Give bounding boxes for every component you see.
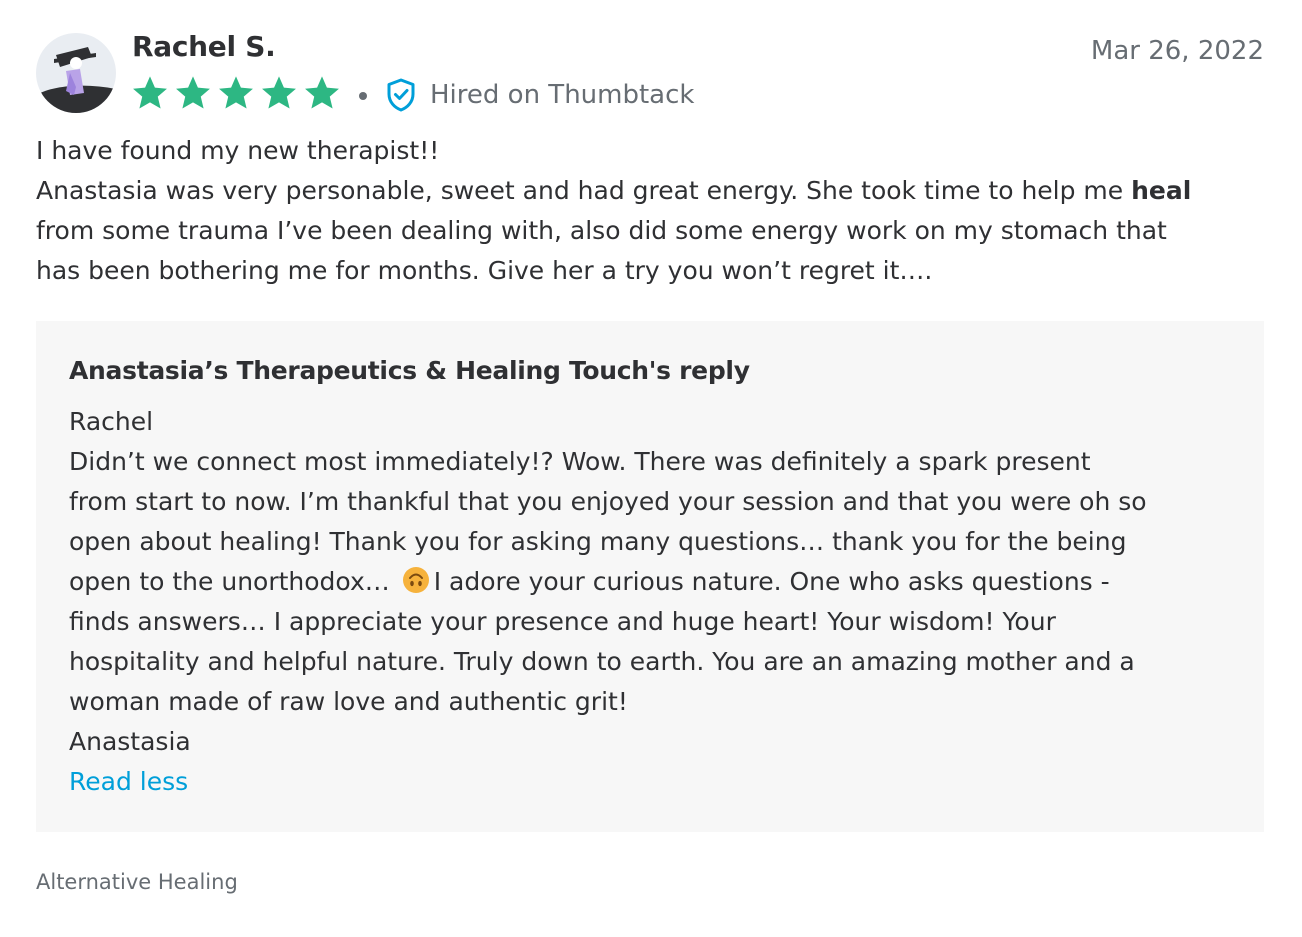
reply-line: open to the unorthodox… I adore your cur… [69, 562, 1249, 602]
star-icon [305, 76, 339, 109]
reply-line: open about healing! Thank you for asking… [69, 527, 1127, 556]
reviewer-name: Rachel S. [132, 30, 276, 63]
separator-dot [359, 92, 367, 100]
read-less-link[interactable]: Read less [69, 762, 188, 802]
upside-down-face-emoji-icon [402, 567, 429, 593]
star-icon [262, 76, 296, 109]
review-text: I have found my new therapist!! Anastasi… [36, 131, 1270, 291]
verified-shield-icon [387, 78, 415, 112]
reply-title: Anastasia’s Therapeutics & Healing Touch… [69, 356, 750, 385]
star-icon [219, 76, 253, 109]
service-category: Alternative Healing [36, 870, 238, 894]
reply-signature: Anastasia [69, 727, 191, 756]
star-icon [133, 76, 167, 109]
reply-line: finds answers… I appreciate your presenc… [69, 607, 1056, 636]
review-line: Anastasia was very personable, sweet and… [36, 171, 1270, 211]
rating-stars [131, 74, 346, 114]
review-line: from some trauma I’ve been dealing with,… [36, 216, 1167, 245]
reply-line: Didn’t we connect most immediately!? Wow… [69, 447, 1091, 476]
reply-greeting: Rachel [69, 407, 154, 436]
reply-text: Rachel Didn’t we connect most immediatel… [69, 402, 1249, 802]
review-text-segment: Anastasia was very personable, sweet and… [36, 176, 1132, 205]
review-date: Mar 26, 2022 [1090, 36, 1264, 66]
business-reply: Anastasia’s Therapeutics & Healing Touch… [36, 321, 1264, 832]
review-line: has been bothering me for months. Give h… [36, 256, 933, 285]
reply-text-segment: I adore your curious nature. One who ask… [433, 567, 1110, 596]
hired-label: Hired on Thumbtack [430, 80, 695, 110]
reply-line: Read less [69, 762, 1249, 802]
reply-text-segment: open to the unorthodox… [69, 567, 390, 596]
person-avatar-icon [36, 33, 116, 113]
hired-badge: Hired on Thumbtack [386, 77, 694, 113]
star-icon [176, 76, 210, 109]
reply-line: hospitality and helpful nature. Truly do… [69, 647, 1135, 676]
reply-line: from start to now. I’m thankful that you… [69, 487, 1147, 516]
avatar [36, 33, 116, 113]
review-line: I have found my new therapist!! [36, 136, 440, 165]
review-bold-word: heal [1131, 176, 1192, 205]
reply-line: woman made of raw love and authentic gri… [69, 687, 628, 716]
